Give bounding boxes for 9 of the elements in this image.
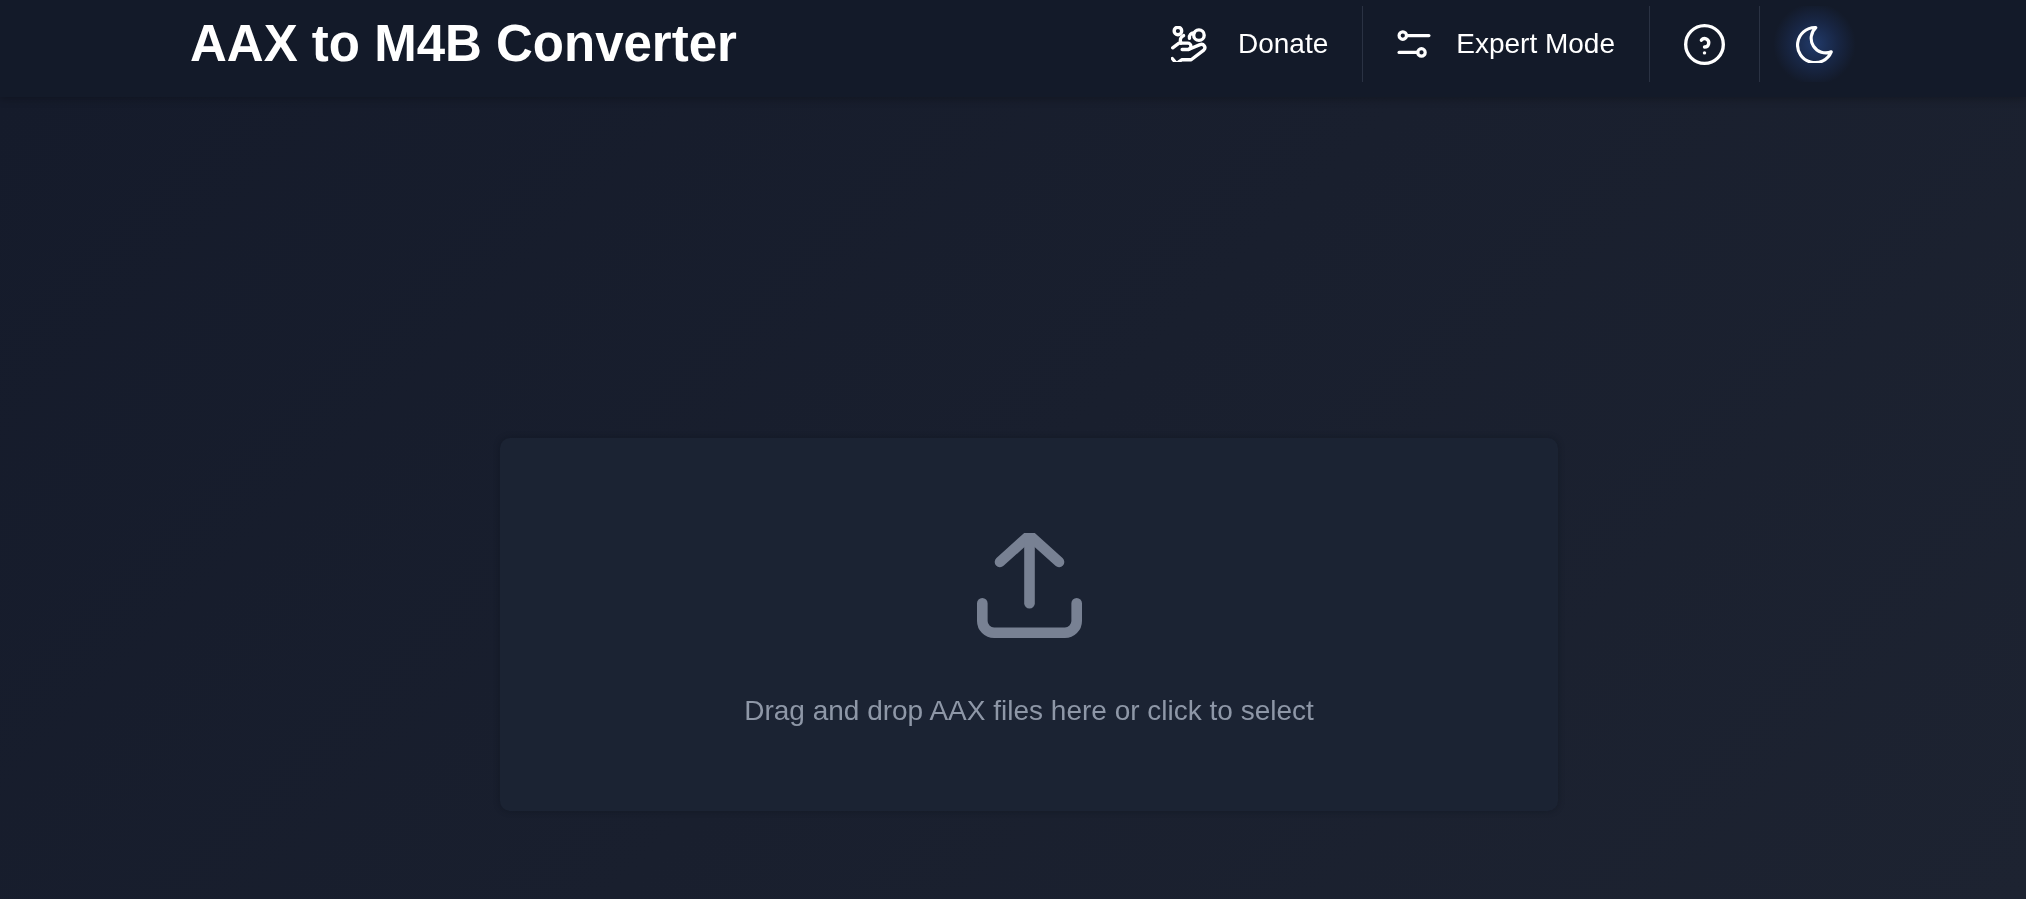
help-icon (1684, 23, 1725, 65)
donate-button[interactable]: Donate (1136, 6, 1363, 82)
moon-icon (1796, 25, 1833, 63)
sliders-icon (1397, 30, 1432, 58)
file-drop-zone[interactable]: Drag and drop AAX files here or click to select (500, 438, 1558, 811)
expert-mode-button[interactable]: Expert Mode (1363, 6, 1649, 82)
app-title: AAX to M4B Converter (190, 15, 737, 73)
upload-icon (976, 533, 1082, 638)
drop-instructions: Drag and drop AAX files here or click to select (744, 694, 1314, 728)
